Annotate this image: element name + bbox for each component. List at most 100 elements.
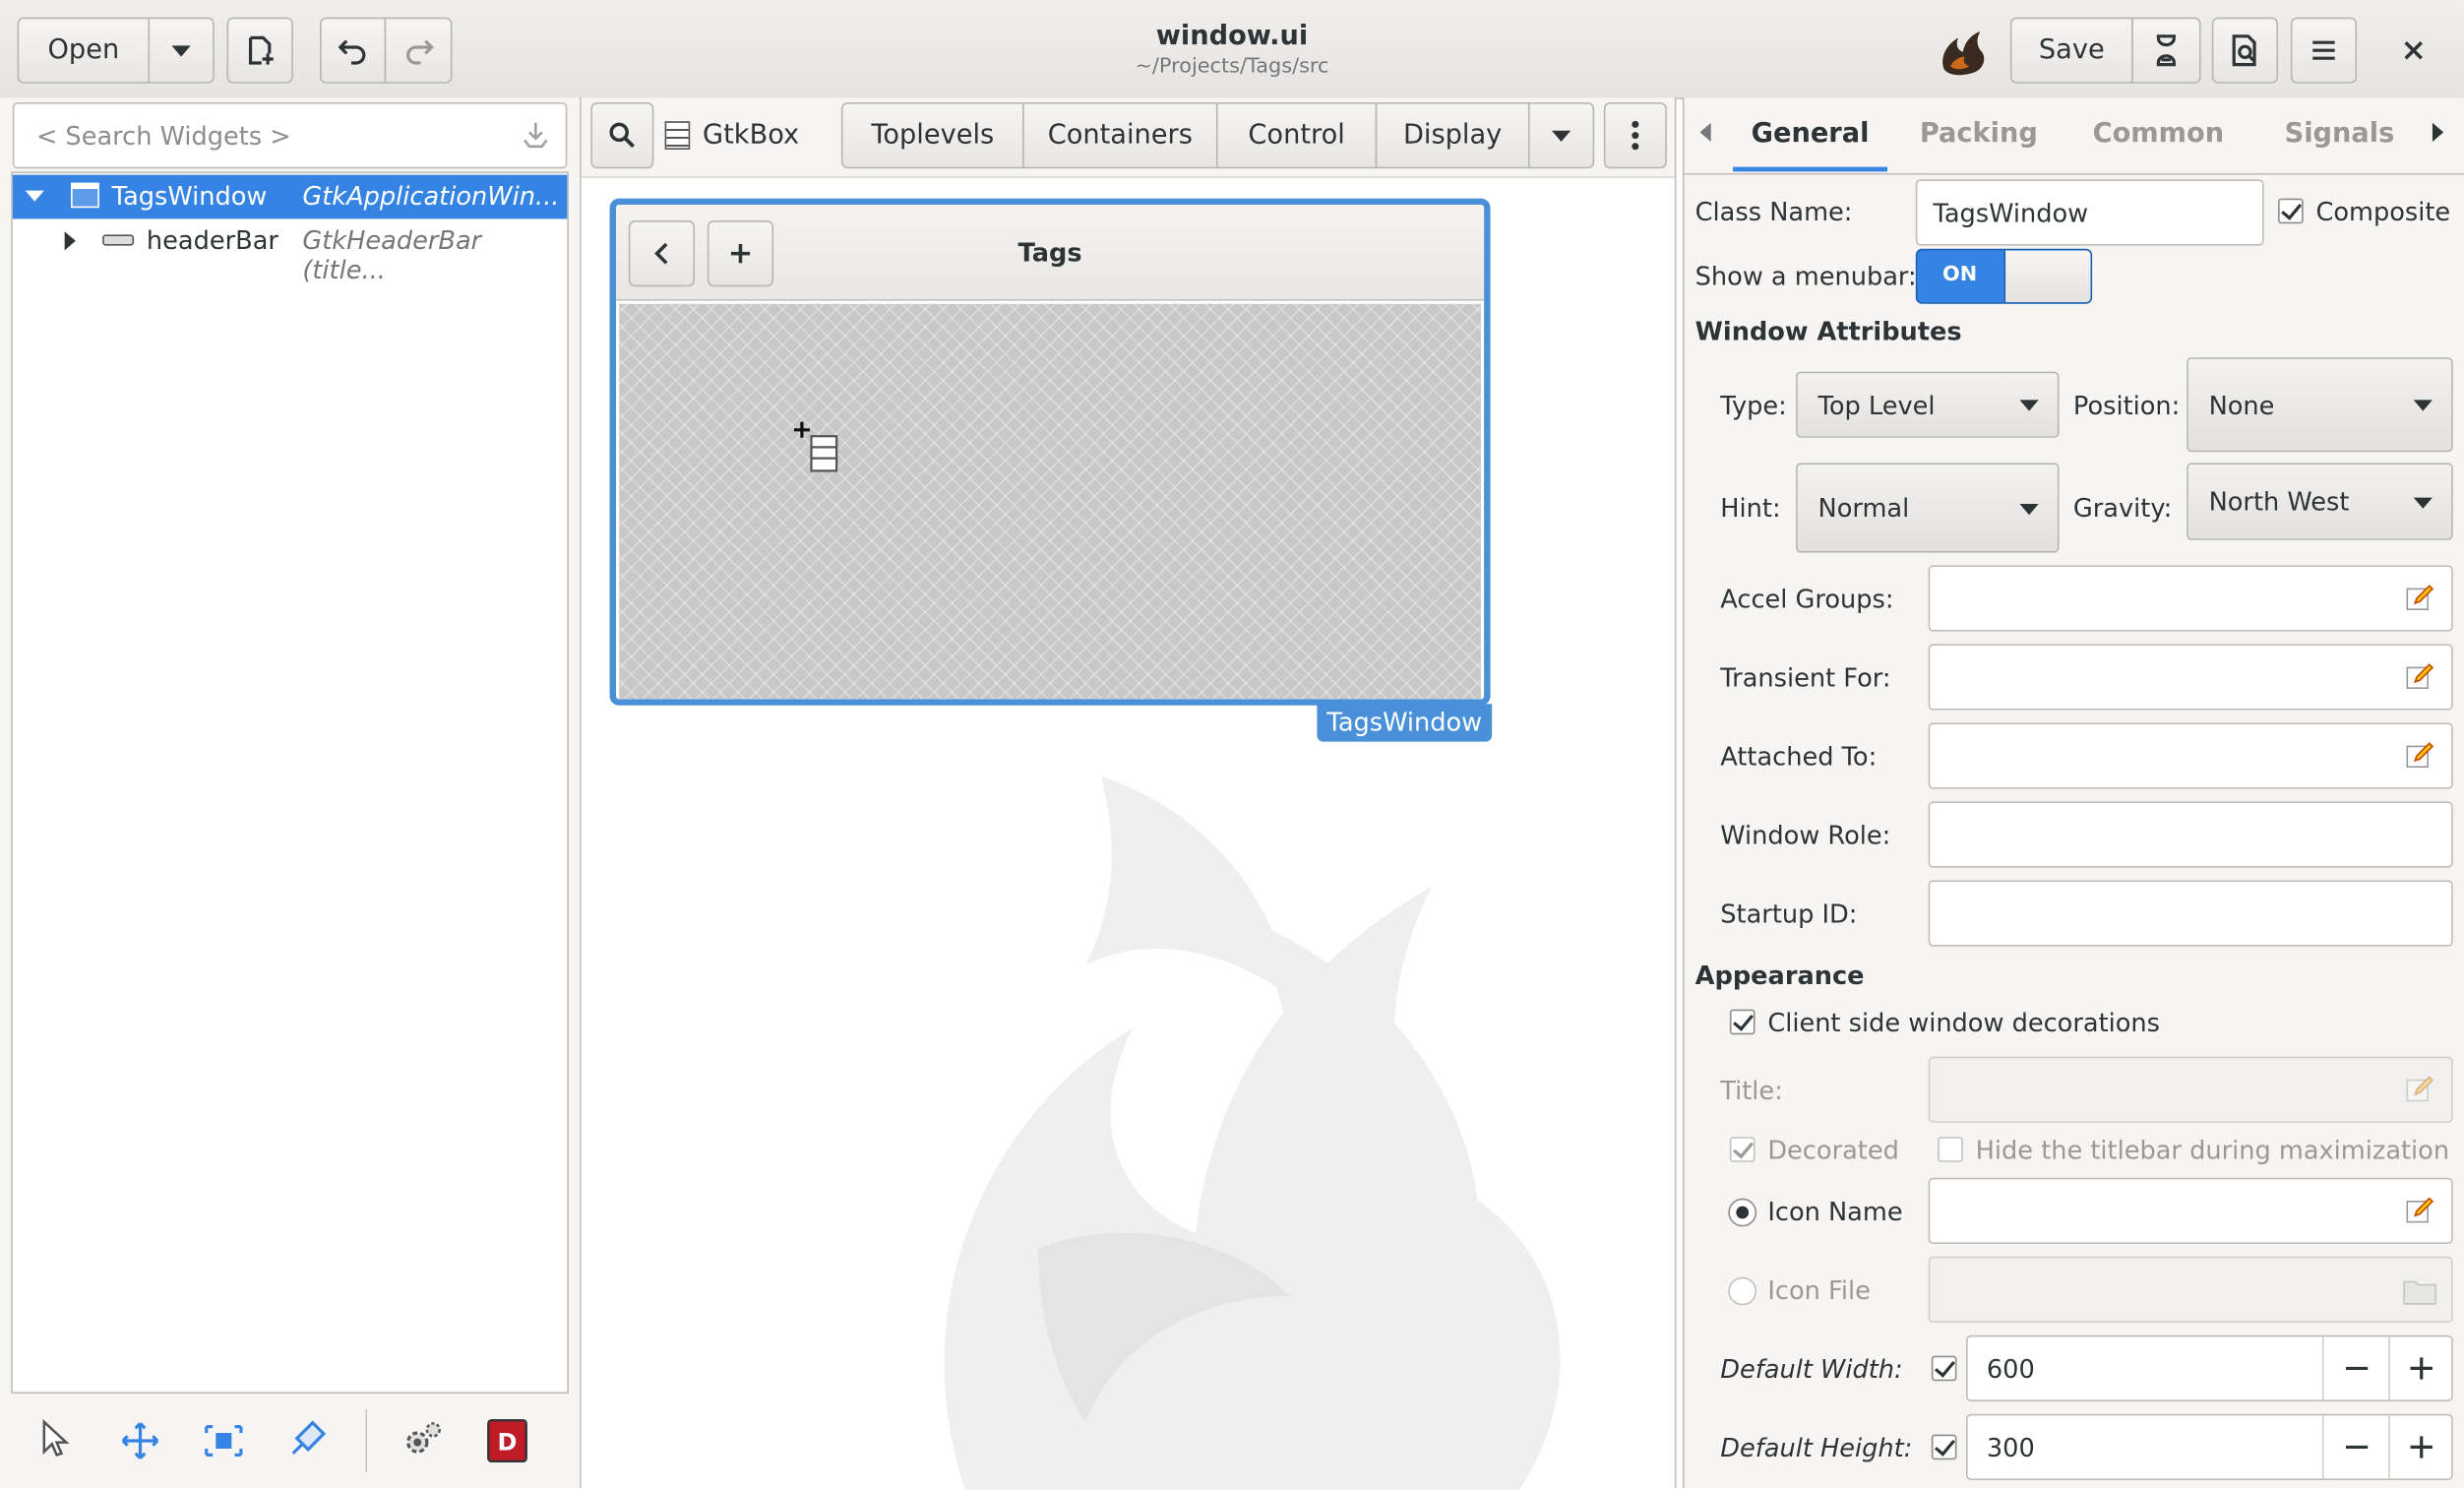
main-menu-button[interactable] [2290,17,2358,84]
default-height-checkbox[interactable] [1931,1434,1957,1460]
chevron-down-icon [2413,496,2433,508]
tab-scroll-left-icon[interactable] [1699,122,1711,142]
folder-icon[interactable] [2403,1277,2437,1306]
devhelp-button[interactable]: D [485,1417,529,1464]
hint-label: Hint: [1720,492,1781,524]
window-role-field[interactable] [1928,801,2453,868]
chevron-down-icon [2019,503,2039,515]
gravity-label: Gravity: [2072,492,2173,524]
class-name-field[interactable]: TagsWindow [1915,179,2264,246]
alignment-edit-tool-button[interactable] [285,1417,330,1461]
attached-to-field[interactable] [1928,722,2453,789]
decorated-checkbox[interactable] [1729,1137,1756,1162]
title-field[interactable] [1928,1056,2453,1123]
expander-closed-icon[interactable] [64,231,76,251]
palette-tab-control[interactable]: Control [1215,102,1378,169]
show-menubar-switch[interactable]: ON [1915,248,2093,304]
edit-pencil-icon[interactable] [2406,585,2434,613]
preferences-button[interactable] [399,1417,446,1461]
tree-row-tagswindow[interactable]: TagsWindow GtkApplicationWin... [12,174,568,219]
icon-name-field[interactable] [1928,1177,2453,1244]
palette-tab-toplevels[interactable]: Toplevels [840,102,1024,169]
close-window-button[interactable] [2385,26,2442,76]
attached-to-label: Attached To: [1720,741,1878,772]
tab-signals[interactable]: Signals [2268,110,2410,167]
icon-name-radio[interactable] [1728,1198,1757,1227]
composite-checkbox[interactable] [2278,198,2304,224]
preview-button[interactable] [2211,17,2279,84]
current-widget-label: GtkBox [703,119,800,152]
accel-groups-field[interactable] [1928,565,2453,632]
transient-for-field[interactable] [1928,644,2453,711]
widget-tree [11,171,569,1394]
gravity-combo[interactable]: North West [2187,463,2453,540]
icon-file-label: Icon File [1767,1275,1871,1306]
tools-separator [365,1409,368,1472]
expander-open-icon[interactable] [25,190,44,202]
default-width-label: Default Width: [1720,1354,1903,1385]
hide-titlebar-checkbox[interactable] [1938,1137,1963,1162]
search-placeholder: < Search Widgets > [35,121,291,152]
glade-window: Open window.ui ~/Projects/Tags/src Save … [0,0,2464,1490]
gravity-value: North West [2208,486,2350,517]
tab-general[interactable]: General [1733,110,1887,172]
default-height-value: 300 [1986,1433,2035,1463]
icon-file-field[interactable] [1928,1256,2453,1323]
tree-item-name: TagsWindow [111,181,268,212]
default-width-decrement-button[interactable] [2321,1336,2390,1400]
position-combo[interactable]: None [2187,357,2453,453]
tree-item-type: GtkApplicationWin... [302,181,560,212]
startup-id-field[interactable] [1928,880,2453,947]
palette-search-button[interactable] [590,102,654,169]
tab-common[interactable]: Common [2079,110,2237,167]
csd-checkbox[interactable] [1729,1009,1756,1035]
tab-label: Packing [1919,118,2038,150]
preview-window[interactable]: Tags [609,198,1491,706]
save-as-button[interactable] [2131,17,2201,84]
default-height-spin[interactable]: 300 [1966,1413,2453,1480]
palette-tab-display[interactable]: Display [1375,102,1530,169]
edit-pencil-icon[interactable] [2406,1197,2434,1225]
icon-file-radio[interactable] [1728,1276,1757,1306]
tree-item-type: GtkHeaderBar (title... [302,224,482,285]
preview-title: Tags [1017,237,1082,268]
margin-icon [205,1424,243,1457]
default-width-spin[interactable]: 600 [1966,1335,2453,1401]
hint-combo[interactable]: Normal [1796,463,2060,553]
tab-scroll-right-icon[interactable] [2432,122,2444,142]
title-label: Title: [1720,1075,1783,1106]
add-widget-cursor-icon [793,421,838,472]
filter-icon[interactable] [520,120,551,152]
switch-knob[interactable] [2003,250,2091,303]
default-width-increment-button[interactable] [2388,1336,2453,1400]
pointer-icon [42,1418,70,1457]
tab-label: Control [1248,119,1345,152]
tree-row-headerbar[interactable]: headerBar GtkHeaderBar (title... [13,218,568,285]
palette-tab-containers[interactable]: Containers [1022,102,1218,169]
default-height-increment-button[interactable] [2388,1415,2453,1479]
select-tool-button[interactable] [34,1417,72,1461]
tab-packing[interactable]: Packing [1906,110,2051,167]
type-combo[interactable]: Top Level [1796,371,2060,438]
edit-pencil-icon[interactable] [2406,1076,2434,1104]
move-icon [121,1422,159,1459]
default-height-decrement-button[interactable] [2321,1415,2390,1479]
position-label: Position: [2072,390,2181,421]
minus-icon [2345,1366,2369,1370]
save-button[interactable]: Save [2009,17,2133,84]
search-icon [609,122,635,149]
class-name-value: TagsWindow [1933,198,2089,228]
placeholder-area[interactable] [619,303,1481,700]
edit-pencil-icon[interactable] [2406,742,2434,771]
default-width-checkbox[interactable] [1931,1355,1957,1382]
close-icon [2404,40,2423,60]
plus-icon [2410,1357,2433,1380]
tree-item-name: headerBar [146,224,278,256]
palette-more-dropdown[interactable] [1527,102,1595,169]
palette-options-button[interactable] [1603,102,1667,169]
search-widgets-input[interactable]: < Search Widgets > [12,102,568,169]
margin-edit-tool-button[interactable] [202,1419,246,1463]
drag-resize-tool-button[interactable] [118,1419,162,1463]
edit-pencil-icon[interactable] [2406,663,2434,692]
type-value: Top Level [1817,390,1936,420]
